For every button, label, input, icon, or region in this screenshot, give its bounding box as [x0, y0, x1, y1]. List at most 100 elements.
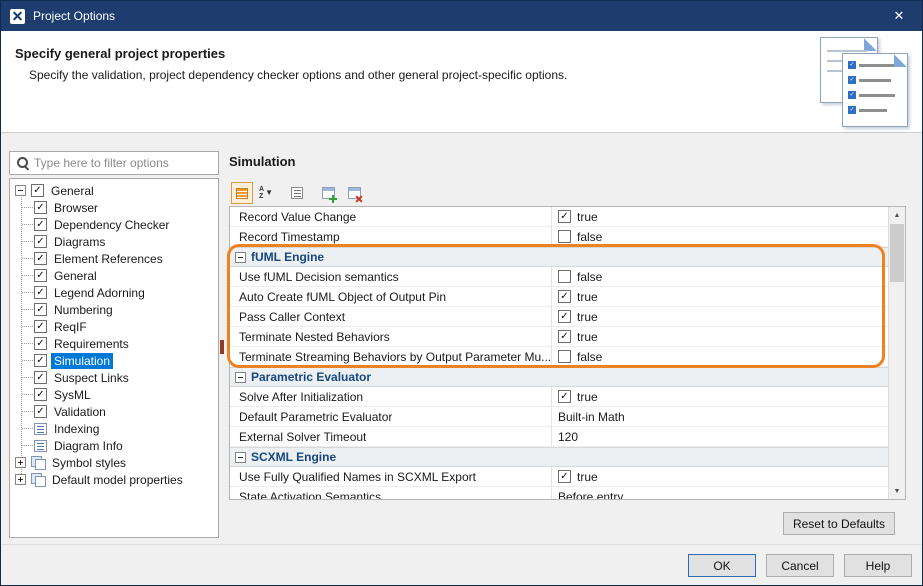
- tree-item-label[interactable]: Validation: [51, 404, 109, 420]
- tree-item-label[interactable]: Numbering: [51, 302, 116, 318]
- tree-item-numbering[interactable]: ✓ Numbering: [10, 301, 218, 318]
- property-value[interactable]: true: [577, 470, 598, 484]
- tree-item-requirements[interactable]: ✓ Requirements: [10, 335, 218, 352]
- expand-icon[interactable]: [15, 457, 26, 468]
- property-value[interactable]: Before entry: [558, 490, 623, 501]
- checkbox-icon[interactable]: ✓: [558, 210, 571, 223]
- tree-item-label[interactable]: Diagram Info: [51, 438, 126, 454]
- checkbox-icon[interactable]: ✓: [31, 184, 44, 197]
- checkbox-icon[interactable]: ✓: [34, 218, 47, 231]
- tree-item-label[interactable]: Indexing: [51, 421, 102, 437]
- property-value[interactable]: 120: [558, 430, 578, 444]
- table-row[interactable]: State Activation Semantics Before entry: [230, 487, 889, 500]
- tree-item-diagram-info[interactable]: Diagram Info: [10, 437, 218, 454]
- reset-to-defaults-button[interactable]: Reset to Defaults: [783, 512, 895, 535]
- collapse-icon[interactable]: [235, 452, 246, 463]
- tree-item-default-model-properties[interactable]: Default model properties: [10, 471, 218, 488]
- tree-item-label[interactable]: Browser: [51, 200, 101, 216]
- add-property-icon[interactable]: [317, 182, 339, 204]
- property-value[interactable]: true: [577, 290, 598, 304]
- tree-item-label[interactable]: General: [51, 268, 100, 284]
- table-group-row[interactable]: fUML Engine: [230, 247, 889, 267]
- checkbox-icon[interactable]: ✓: [558, 470, 571, 483]
- checkbox-icon[interactable]: ✓: [558, 390, 571, 403]
- checkbox-icon[interactable]: ✓: [34, 388, 47, 401]
- property-value[interactable]: Built-in Math: [558, 410, 625, 424]
- cancel-button[interactable]: Cancel: [766, 554, 834, 577]
- tree-item-label[interactable]: Element References: [51, 251, 166, 267]
- tree-item-element-references[interactable]: ✓ Element References: [10, 250, 218, 267]
- tree-item-legend-adorning[interactable]: ✓ Legend Adorning: [10, 284, 218, 301]
- property-value[interactable]: false: [577, 270, 602, 284]
- titlebar[interactable]: Project Options ✕: [1, 1, 922, 31]
- tree-item-label-selected[interactable]: Simulation: [51, 353, 113, 369]
- checkbox-icon[interactable]: ✓: [34, 303, 47, 316]
- checkbox-icon[interactable]: ✓: [558, 290, 571, 303]
- close-button[interactable]: ✕: [876, 1, 922, 31]
- checkbox-icon[interactable]: ✓: [34, 337, 47, 350]
- property-value[interactable]: true: [577, 310, 598, 324]
- tree-item-label[interactable]: SysML: [51, 387, 94, 403]
- checkbox-icon[interactable]: ✓: [558, 330, 571, 343]
- tree-item-label[interactable]: Requirements: [51, 336, 132, 352]
- checkbox-icon[interactable]: ✓: [34, 235, 47, 248]
- tree-item-browser[interactable]: ✓ Browser: [10, 199, 218, 216]
- checkbox-icon[interactable]: ✓: [34, 201, 47, 214]
- tree-item-symbol-styles[interactable]: Symbol styles: [10, 454, 218, 471]
- checkbox-icon[interactable]: [558, 350, 571, 363]
- table-row[interactable]: Record Value Change ✓true: [230, 207, 889, 227]
- table-group-row[interactable]: Parametric Evaluator: [230, 367, 889, 387]
- vertical-scrollbar[interactable]: ▲ ▼: [888, 207, 905, 499]
- table-row[interactable]: Use fUML Decision semantics false: [230, 267, 889, 287]
- collapse-icon[interactable]: [235, 252, 246, 263]
- tree-item-simulation[interactable]: ✓ Simulation: [10, 352, 218, 369]
- tree-item-label[interactable]: ReqIF: [51, 319, 90, 335]
- categorized-view-icon[interactable]: [231, 182, 253, 204]
- expand-icon[interactable]: [15, 474, 26, 485]
- checkbox-icon[interactable]: [558, 270, 571, 283]
- table-row[interactable]: External Solver Timeout 120: [230, 427, 889, 447]
- tree-item-general[interactable]: ✓ General: [10, 182, 218, 199]
- ok-button[interactable]: OK: [688, 554, 756, 577]
- tree-item-label[interactable]: Suspect Links: [51, 370, 132, 386]
- options-tree[interactable]: ✓ General ✓ Browser ✓ Dependency Checker…: [9, 178, 219, 538]
- property-value[interactable]: false: [577, 230, 602, 244]
- table-row[interactable]: Solve After Initialization ✓true: [230, 387, 889, 407]
- tree-item-indexing[interactable]: Indexing: [10, 420, 218, 437]
- tree-item-sysml[interactable]: ✓ SysML: [10, 386, 218, 403]
- checkbox-icon[interactable]: ✓: [34, 252, 47, 265]
- remove-property-icon[interactable]: [343, 182, 365, 204]
- property-value[interactable]: true: [577, 210, 598, 224]
- show-description-icon[interactable]: [286, 182, 308, 204]
- checkbox-icon[interactable]: ✓: [34, 405, 47, 418]
- tree-item-label[interactable]: Diagrams: [51, 234, 108, 250]
- checkbox-icon[interactable]: ✓: [34, 269, 47, 282]
- scroll-down-button[interactable]: ▼: [889, 483, 905, 499]
- collapse-icon[interactable]: [235, 372, 246, 383]
- tree-item-validation[interactable]: ✓ Validation: [10, 403, 218, 420]
- table-row[interactable]: Terminate Nested Behaviors ✓true: [230, 327, 889, 347]
- tree-item-diagrams[interactable]: ✓ Diagrams: [10, 233, 218, 250]
- property-value[interactable]: true: [577, 330, 598, 344]
- checkbox-icon[interactable]: ✓: [34, 286, 47, 299]
- table-row[interactable]: Record Timestamp false: [230, 227, 889, 247]
- checkbox-icon[interactable]: [558, 230, 571, 243]
- table-row[interactable]: Pass Caller Context ✓true: [230, 307, 889, 327]
- table-row[interactable]: Terminate Streaming Behaviors by Output …: [230, 347, 889, 367]
- checkbox-icon[interactable]: ✓: [34, 320, 47, 333]
- alphabetical-sort-icon[interactable]: AZ ▼: [255, 182, 277, 204]
- help-button[interactable]: Help: [844, 554, 912, 577]
- filter-box[interactable]: [9, 151, 219, 175]
- tree-item-label[interactable]: Legend Adorning: [51, 285, 148, 301]
- table-group-row[interactable]: SCXML Engine: [230, 447, 889, 467]
- tree-item-suspect-links[interactable]: ✓ Suspect Links: [10, 369, 218, 386]
- filter-input[interactable]: [34, 156, 218, 170]
- collapse-icon[interactable]: [15, 185, 26, 196]
- property-value[interactable]: true: [577, 390, 598, 404]
- checkbox-icon[interactable]: ✓: [34, 371, 47, 384]
- table-row[interactable]: Auto Create fUML Object of Output Pin ✓t…: [230, 287, 889, 307]
- checkbox-icon[interactable]: ✓: [34, 354, 47, 367]
- tree-item-label[interactable]: Symbol styles: [49, 455, 129, 471]
- tree-item-dependency-checker[interactable]: ✓ Dependency Checker: [10, 216, 218, 233]
- scroll-up-button[interactable]: ▲: [889, 207, 905, 223]
